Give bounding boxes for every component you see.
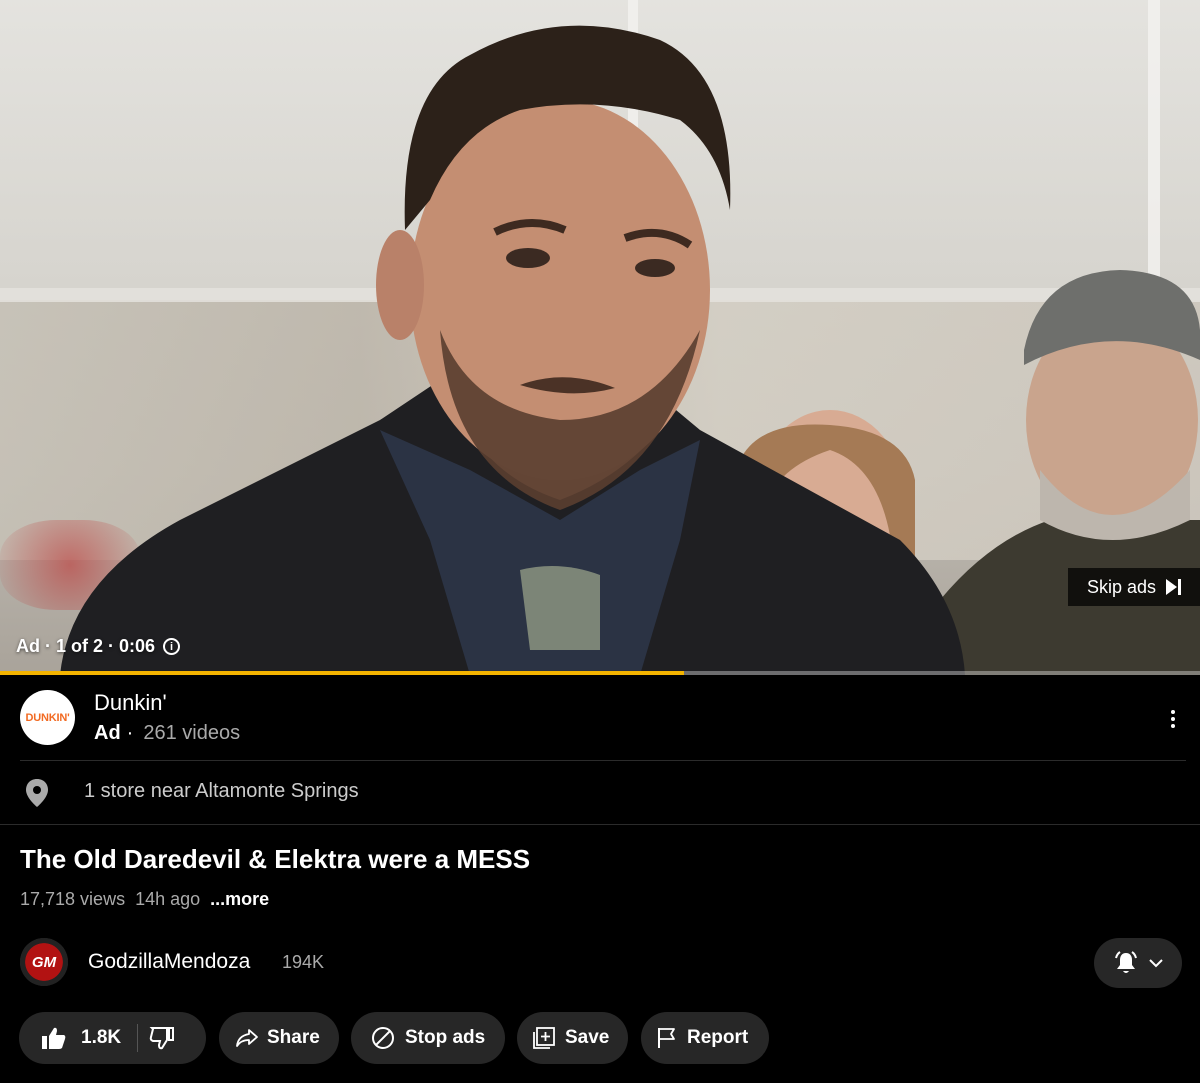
advertiser-name[interactable]: Dunkin' [94,690,167,716]
skip-next-icon [1166,579,1182,595]
share-icon [236,1029,258,1047]
ad-status: Ad · 1 of 2 · 0:06 i [16,636,181,657]
ad-status-text: Ad · 1 of 2 · 0:06 [16,636,156,656]
bell-icon [1115,951,1137,973]
share-label: Share [267,1027,320,1048]
view-count: 17,718 views [20,889,126,909]
info-icon[interactable]: i [163,638,181,655]
store-location-text: 1 store near Altamonte Springs [84,780,359,802]
save-button[interactable]: Save [517,1012,628,1064]
more-link[interactable]: ...more [210,889,269,910]
skip-ads-button[interactable]: Skip ads [1068,568,1200,606]
add-to-playlist-icon [533,1027,555,1049]
meta-separator: · [126,722,134,744]
report-label: Report [687,1027,749,1048]
store-locator-row[interactable]: 1 store near Altamonte Springs [0,762,1200,822]
thumbs-up-icon [42,1027,66,1049]
advertiser-card[interactable]: DUNKIN' Dunkin' Ad · 261 videos [0,680,1200,760]
video-meta[interactable]: 17,718 views 14h ago ...more [20,889,269,910]
more-options-icon[interactable] [1160,706,1186,732]
channel-avatar[interactable]: GM [20,938,68,986]
channel-name[interactable]: GodzillaMendoza [88,950,250,974]
location-pin-icon [26,779,48,807]
channel-row[interactable]: GM GodzillaMendoza 194K [0,936,1200,990]
save-label: Save [565,1027,610,1048]
block-icon [372,1027,394,1049]
video-player[interactable]: Ad · 1 of 2 · 0:06 i Skip ads [0,0,1200,675]
flag-icon [658,1028,675,1048]
share-button[interactable]: Share [219,1012,339,1064]
stop-ads-label: Stop ads [405,1027,486,1048]
video-frame-people [60,25,1200,675]
report-button[interactable]: Report [641,1012,769,1064]
upload-age: 14h ago [135,889,201,909]
thumbs-down-icon [149,1027,175,1050]
subscriber-count: 194K [282,952,325,972]
advertiser-logo[interactable]: DUNKIN' [20,690,75,745]
advertiser-video-count: 261 videos [143,722,241,744]
dislike-button[interactable] [138,1012,186,1064]
divider-advertiser [20,760,1186,761]
like-dislike-group: 1.8K [19,1012,206,1064]
ad-badge: Ad [94,722,121,744]
chevron-down-icon [1149,959,1163,968]
like-count: 1.8K [81,1027,122,1048]
ad-progress-fill [0,671,684,675]
ad-progress-bar[interactable] [0,671,1200,675]
action-bar: 1.8K Share Stop ads Save Report [0,1012,1200,1064]
video-title[interactable]: The Old Daredevil & Elektra were a MESS [20,844,530,875]
advertiser-meta: Ad · 261 videos [94,722,240,745]
like-button[interactable]: 1.8K [19,1012,121,1064]
channel-avatar-text: GM [31,953,57,971]
notification-settings-button[interactable] [1094,938,1182,988]
stop-ads-button[interactable]: Stop ads [351,1012,505,1064]
divider-location [0,824,1200,825]
advertiser-logo-text: DUNKIN' [25,711,70,724]
skip-ads-label: Skip ads [1086,576,1157,597]
